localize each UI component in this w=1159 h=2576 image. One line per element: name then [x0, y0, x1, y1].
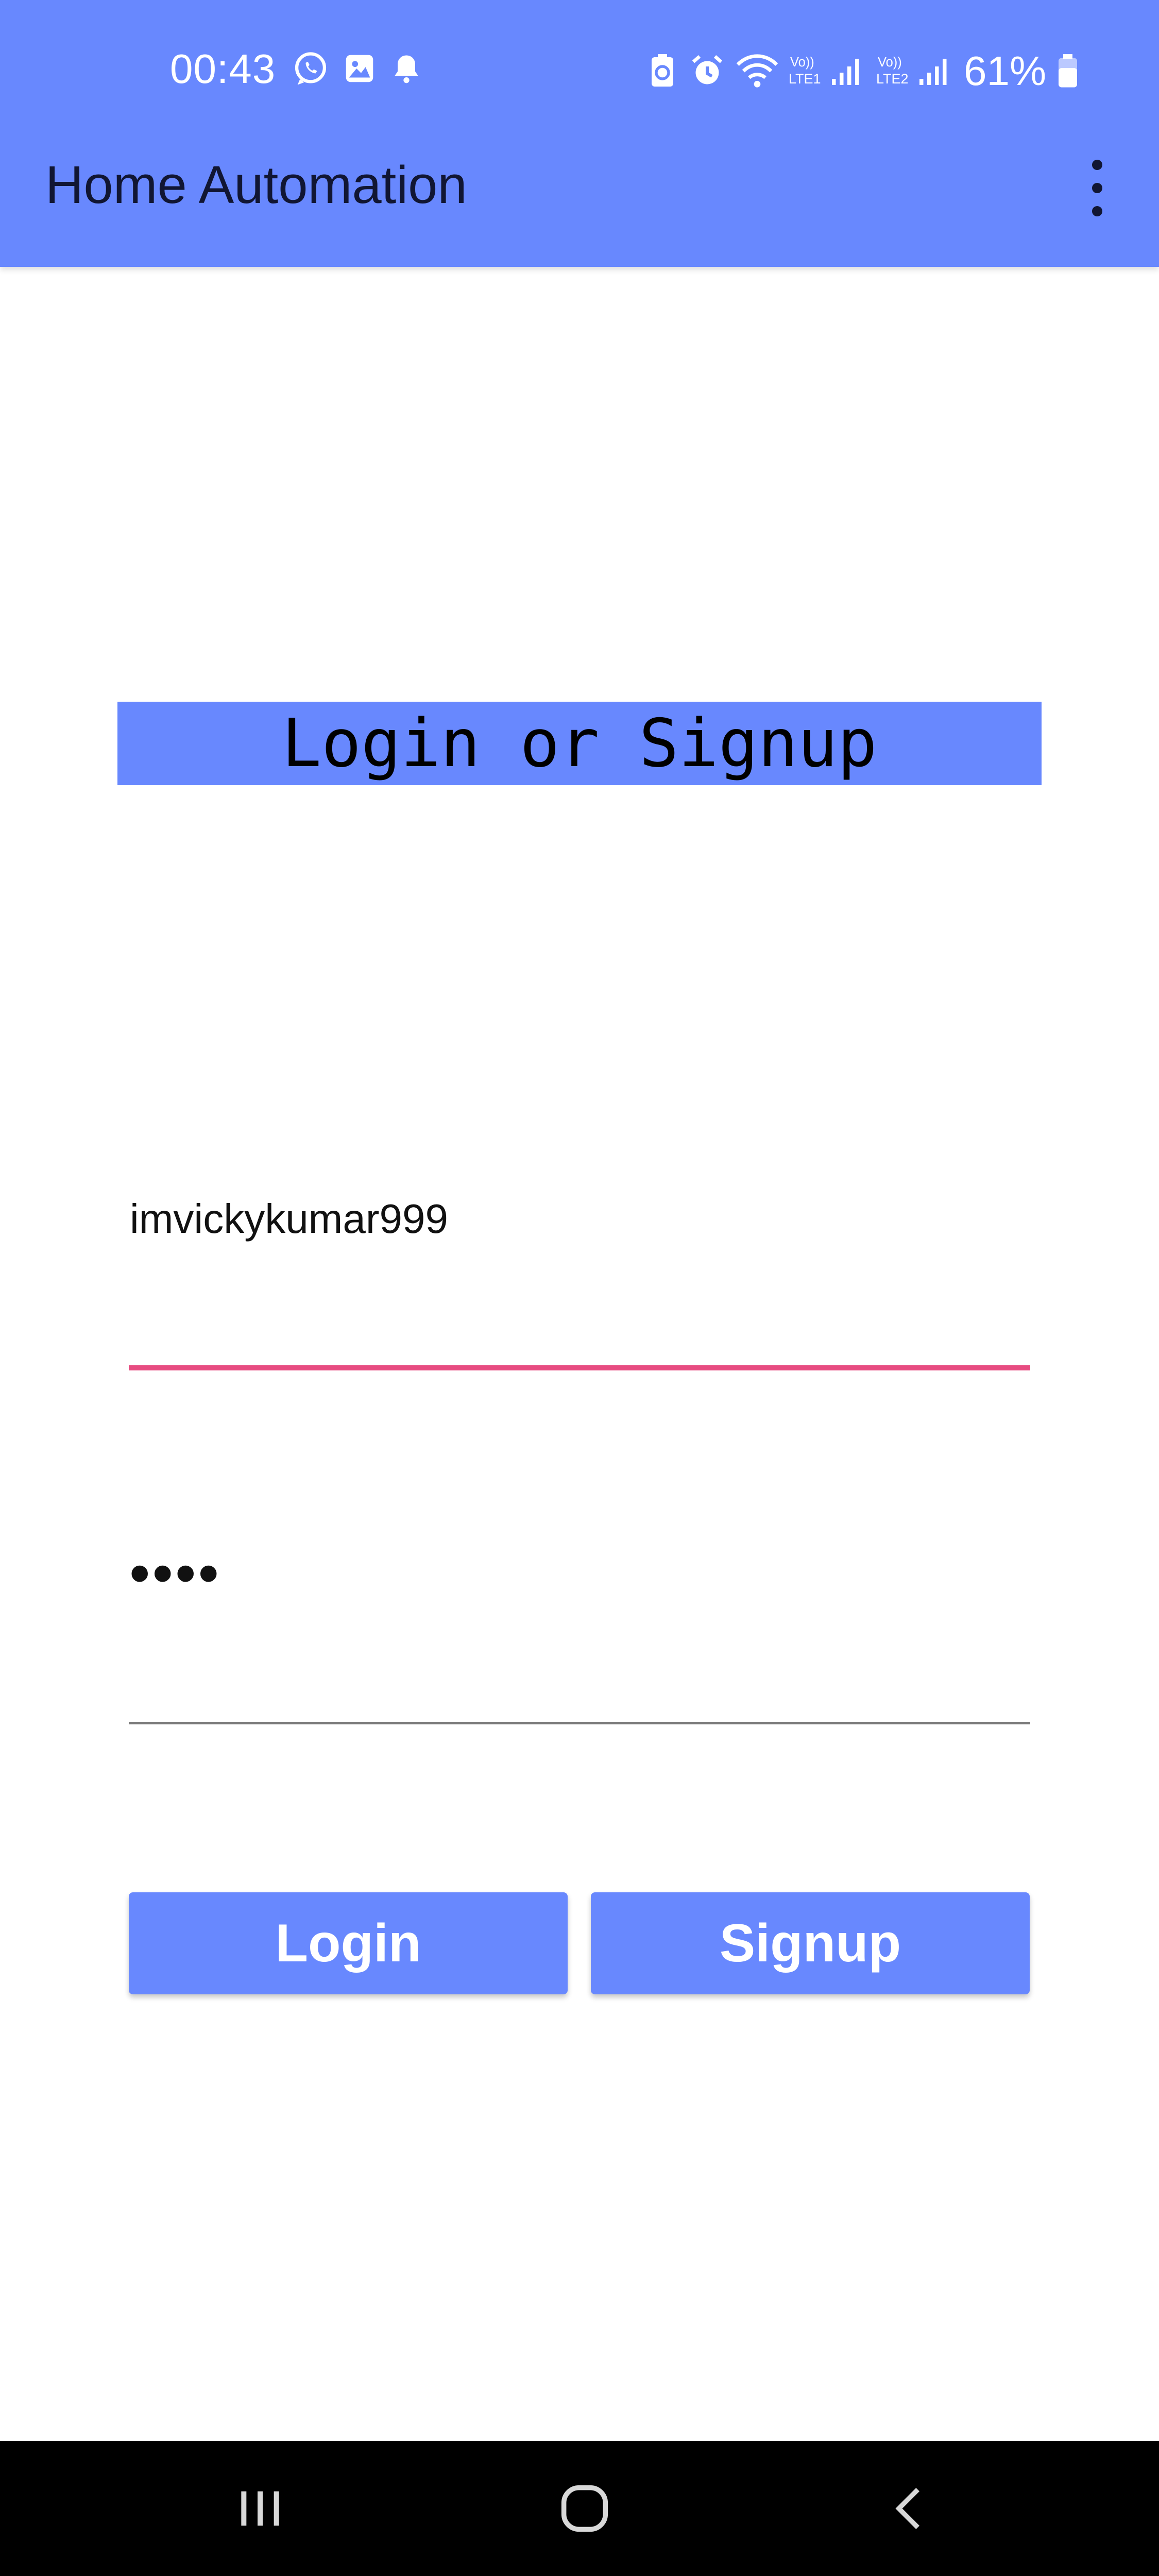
volte-label: Vo)) — [878, 55, 902, 70]
signup-button[interactable]: Signup — [591, 1892, 1030, 1994]
status-icons-right: Vo)) LTE1 Vo)) LTE2 61% — [646, 47, 1079, 95]
app-bar: 00:43 Vo)) LTE1 Vo)) LTE2 61% Home Autom… — [0, 0, 1159, 267]
volte-lte1-signal-icon: Vo)) LTE1 — [789, 55, 859, 87]
home-icon[interactable] — [507, 2441, 662, 2576]
menu-dot — [1092, 206, 1102, 216]
password-field[interactable]: •••• — [129, 1540, 1030, 1731]
battery-saver-icon — [652, 54, 673, 87]
system-nav-bar — [0, 2441, 1159, 2576]
volte-lte2-signal-icon: Vo)) LTE2 — [876, 55, 947, 87]
status-time: 00:43 — [170, 46, 276, 92]
username-value[interactable]: imvickykumar999 — [130, 1195, 448, 1243]
login-button[interactable]: Login — [129, 1892, 568, 1994]
status-icons-left — [291, 49, 424, 88]
alarm-icon — [692, 55, 723, 84]
password-underline — [129, 1722, 1030, 1724]
menu-dot — [1092, 160, 1102, 170]
more-vert-icon[interactable] — [1082, 160, 1113, 216]
notification-bell-icon — [395, 55, 418, 83]
page-heading: Login or Signup — [117, 702, 1042, 785]
whatsapp-icon — [295, 52, 327, 85]
recents-icon[interactable] — [183, 2441, 337, 2576]
battery-icon — [1059, 54, 1078, 88]
password-value[interactable]: •••• — [130, 1540, 221, 1606]
back-icon[interactable] — [832, 2441, 986, 2576]
volte-label: Vo)) — [790, 55, 814, 70]
menu-dot — [1092, 183, 1102, 193]
wifi-icon — [736, 54, 778, 88]
username-underline — [129, 1365, 1030, 1370]
battery-percent: 61% — [964, 48, 1047, 94]
app-title: Home Automation — [45, 155, 467, 214]
sim1-label: LTE1 — [789, 71, 821, 87]
username-field[interactable]: imvickykumar999 — [129, 1185, 1030, 1376]
sim2-label: LTE2 — [876, 71, 909, 87]
gallery-icon — [346, 55, 373, 82]
